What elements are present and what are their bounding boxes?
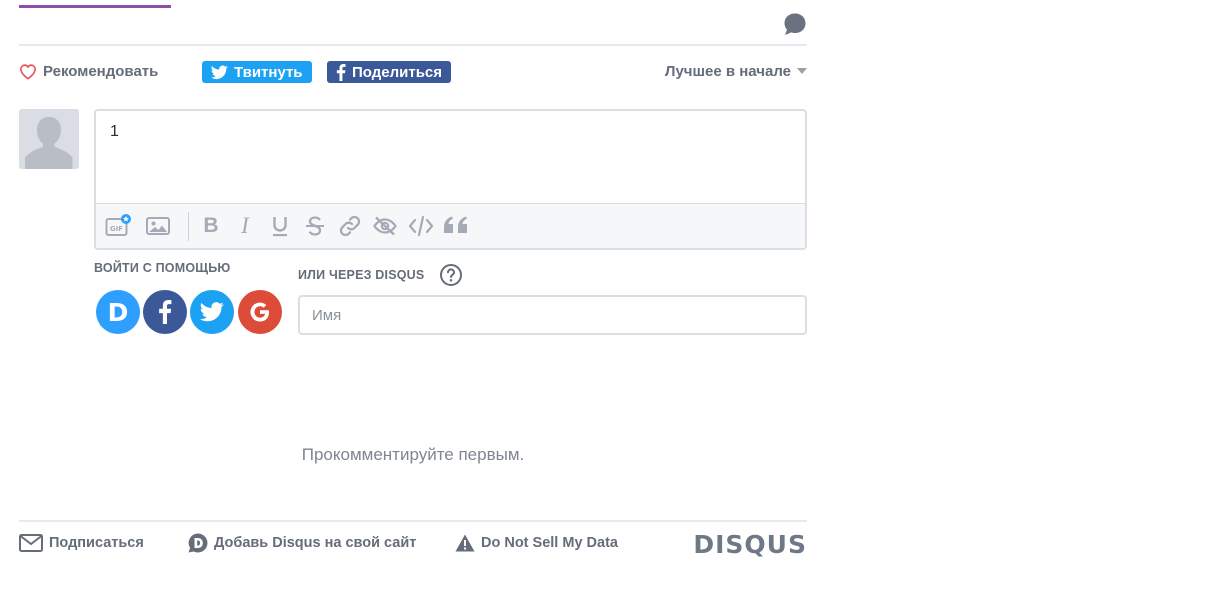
heart-icon bbox=[20, 63, 36, 80]
default-avatar-icon bbox=[19, 109, 79, 169]
social-login-label: ВОЙТИ С ПОМОЩЬЮ bbox=[94, 261, 231, 275]
google-login-button[interactable] bbox=[238, 290, 282, 334]
strikethrough-icon[interactable] bbox=[302, 214, 328, 238]
disqus-login-label: ИЛИ ЧЕРЕЗ DISQUS bbox=[298, 268, 425, 282]
toolbar-separator bbox=[188, 212, 189, 241]
chevron-down-icon bbox=[797, 68, 807, 74]
subscribe-label: Подписаться bbox=[49, 535, 144, 551]
spoiler-icon[interactable] bbox=[372, 214, 398, 238]
disqus-d-icon bbox=[188, 533, 208, 553]
bottom-divider bbox=[19, 520, 807, 522]
top-divider bbox=[19, 44, 807, 46]
link-icon[interactable] bbox=[337, 214, 363, 238]
google-g-icon bbox=[250, 302, 269, 322]
quote-icon[interactable] bbox=[443, 214, 469, 238]
recommend-button[interactable]: Рекомендовать bbox=[19, 60, 158, 82]
editor-toolbar: GIF B I bbox=[96, 203, 805, 248]
code-icon[interactable] bbox=[408, 214, 434, 238]
underline-icon[interactable] bbox=[267, 214, 293, 238]
recommend-label: Рекомендовать bbox=[43, 62, 159, 80]
tweet-label: Твитнуть bbox=[234, 63, 303, 81]
empty-state-message: Прокомментируйте первым. bbox=[301, 445, 525, 464]
comment-text[interactable]: 1 bbox=[110, 123, 119, 141]
comment-bubble-icon[interactable] bbox=[783, 12, 807, 36]
svg-text:D: D bbox=[108, 298, 129, 327]
image-icon[interactable] bbox=[145, 214, 171, 238]
help-icon[interactable] bbox=[439, 263, 463, 287]
sort-dropdown[interactable]: Лучшее в начале bbox=[665, 60, 807, 82]
facebook-f-icon bbox=[159, 300, 172, 324]
twitter-bird-icon bbox=[211, 65, 228, 79]
svg-text:GIF: GIF bbox=[110, 225, 123, 233]
disqus-thread: Рекомендовать Твитнуть Поделиться Лучшее… bbox=[19, 0, 807, 609]
twitter-bird-icon bbox=[200, 302, 224, 322]
facebook-f-icon bbox=[336, 63, 346, 81]
share-label: Поделиться bbox=[352, 63, 443, 81]
italic-icon[interactable]: I bbox=[232, 213, 258, 238]
bold-icon[interactable]: B bbox=[198, 214, 224, 238]
do-not-sell-label: Do Not Sell My Data bbox=[481, 535, 618, 551]
active-tab-indicator bbox=[19, 5, 171, 8]
tweet-button[interactable]: Твитнуть bbox=[202, 61, 312, 83]
disqus-logo-icon: D bbox=[100, 298, 129, 327]
gif-icon[interactable]: GIF bbox=[105, 214, 131, 238]
add-disqus-link[interactable]: Добавь Disqus на свой сайт bbox=[188, 532, 416, 554]
thread-action-bar: Рекомендовать Твитнуть Поделиться Лучшее… bbox=[19, 60, 807, 84]
facebook-share-button[interactable]: Поделиться bbox=[327, 61, 452, 83]
name-input[interactable] bbox=[298, 295, 807, 335]
add-disqus-label: Добавь Disqus на свой сайт bbox=[214, 535, 417, 551]
comment-editor[interactable]: 1 GIF B I bbox=[94, 109, 807, 250]
avatar bbox=[19, 109, 79, 169]
disqus-logo[interactable]: DISQUS bbox=[693, 530, 807, 559]
sort-label: Лучшее в начале bbox=[664, 62, 791, 80]
warning-icon bbox=[455, 534, 475, 552]
envelope-icon bbox=[19, 534, 43, 552]
disqus-login-button[interactable]: D bbox=[96, 290, 140, 334]
facebook-login-button[interactable] bbox=[143, 290, 187, 334]
do-not-sell-link[interactable]: Do Not Sell My Data bbox=[455, 532, 618, 554]
twitter-login-button[interactable] bbox=[190, 290, 234, 334]
subscribe-link[interactable]: Подписаться bbox=[19, 532, 144, 554]
